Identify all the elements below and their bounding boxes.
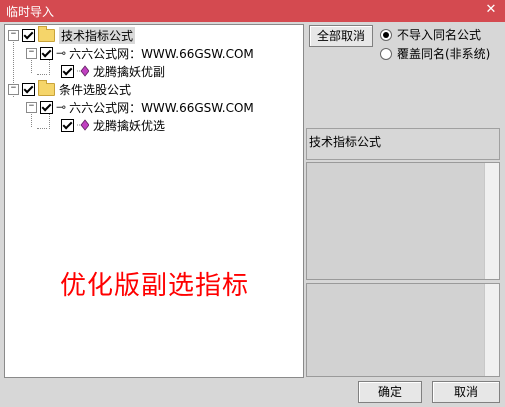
radio-skip-duplicates[interactable]: 不导入同名公式	[380, 26, 481, 43]
description-panel[interactable]	[306, 162, 500, 280]
close-icon[interactable]: ✕	[484, 2, 498, 18]
formula-tree[interactable]: − 技术指标公式 − ⊸ 六六公式网：WWW.66GSW.COM 龙腾擒妖优副 …	[4, 24, 304, 378]
radio-overwrite-duplicates[interactable]: 覆盖同名(非系统)	[380, 45, 490, 62]
title-bar: 临时导入 ✕	[0, 0, 505, 22]
description-scrollbar[interactable]	[484, 163, 499, 279]
formula-gem-icon	[77, 119, 89, 131]
radio-unselected-icon	[380, 47, 392, 60]
folder-icon	[38, 25, 55, 42]
formula-gem-icon	[77, 65, 89, 77]
detail-scrollbar[interactable]	[484, 284, 499, 376]
tree-guide-line	[37, 128, 47, 129]
cancel-all-button[interactable]: 全部取消	[309, 25, 373, 47]
cancel-button[interactable]: 取消	[432, 381, 500, 403]
detail-panel[interactable]	[306, 283, 500, 377]
formula-type-text: 技术指标公式	[309, 135, 382, 149]
tree-node-formula-2[interactable]: 龙腾擒妖优选	[61, 116, 165, 134]
checkbox-checked[interactable]	[61, 64, 74, 78]
radio-label: 覆盖同名(非系统)	[397, 47, 491, 61]
checkbox-checked[interactable]	[22, 28, 35, 42]
window-title: 临时导入	[6, 5, 55, 19]
overlay-caption: 优化版副选指标	[60, 271, 250, 301]
collapse-icon[interactable]: −	[8, 83, 19, 95]
collapse-icon[interactable]: −	[26, 47, 37, 59]
tree-node-label: 龙腾擒妖优副	[93, 64, 166, 79]
tree-node-label: 六六公式网：WWW.66GSW.COM	[69, 46, 254, 61]
tree-guide-line	[37, 74, 47, 75]
collapse-icon[interactable]: −	[8, 29, 19, 41]
folder-icon	[38, 79, 55, 96]
tree-node-source-1[interactable]: − ⊸ 六六公式网：WWW.66GSW.COM	[26, 44, 254, 62]
tree-node-label: 六六公式网：WWW.66GSW.COM	[69, 100, 254, 115]
key-icon: ⊸	[56, 46, 67, 60]
checkbox-checked[interactable]	[61, 118, 74, 132]
radio-selected-icon	[380, 28, 392, 41]
radio-label: 不导入同名公式	[397, 28, 482, 42]
tree-node-screening[interactable]: − 条件选股公式	[8, 79, 132, 98]
tree-node-label: 技术指标公式	[59, 26, 136, 44]
collapse-icon[interactable]: −	[26, 101, 37, 113]
checkbox-checked[interactable]	[40, 100, 53, 114]
import-dialog: 临时导入 ✕ − 技术指标公式 − ⊸ 六六公式网：WWW.66GSW.COM	[0, 0, 505, 407]
checkbox-checked[interactable]	[22, 82, 35, 96]
tree-node-technical[interactable]: − 技术指标公式	[8, 25, 136, 44]
checkbox-checked[interactable]	[40, 46, 53, 60]
ok-button[interactable]: 确定	[358, 381, 422, 403]
tree-node-label: 龙腾擒妖优选	[93, 118, 166, 133]
tree-node-formula-1[interactable]: 龙腾擒妖优副	[61, 62, 165, 80]
tree-node-source-2[interactable]: − ⊸ 六六公式网：WWW.66GSW.COM	[26, 98, 254, 116]
key-icon: ⊸	[56, 100, 67, 114]
formula-type-field: 技术指标公式	[306, 128, 500, 160]
tree-node-label: 条件选股公式	[59, 82, 132, 97]
